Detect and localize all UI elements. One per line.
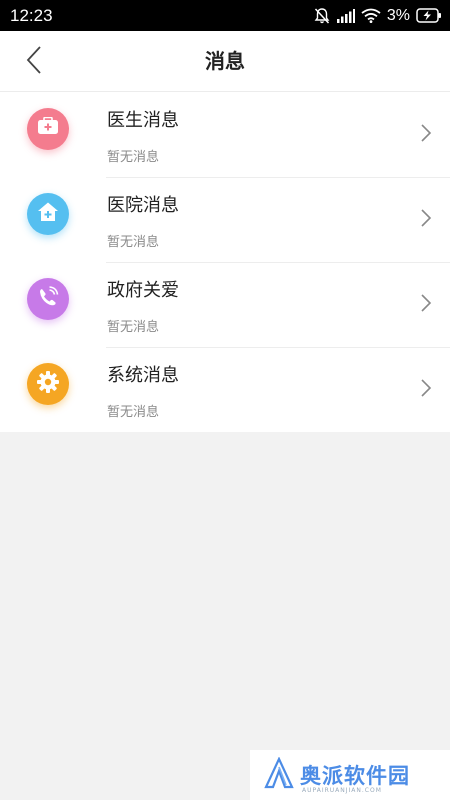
signal-icon: [336, 8, 355, 23]
row-title: 系统消息: [107, 365, 179, 386]
bell-off-icon: [313, 7, 331, 25]
list-item-hospital-messages[interactable]: 医院消息 暂无消息: [0, 177, 450, 262]
row-title: 医院消息: [107, 195, 179, 216]
icon-badge: [27, 108, 69, 150]
row-subtitle: 暂无消息: [107, 235, 160, 250]
phone-icon: [37, 286, 59, 312]
chevron-right-icon: [420, 378, 432, 398]
battery-text: 3%: [386, 6, 410, 24]
back-button[interactable]: [14, 43, 54, 81]
row-title: 政府关爱: [107, 280, 179, 301]
chevron-right-icon: [420, 208, 432, 228]
chevron-right-icon: [420, 123, 432, 143]
logo-icon: [264, 756, 294, 793]
icon-badge: [27, 278, 69, 320]
chevron-right-icon: [420, 293, 432, 313]
chevron-left-icon: [26, 46, 42, 78]
status-bar: 12:23 3%: [0, 0, 450, 31]
status-icons: 3%: [313, 7, 442, 25]
icon-badge: [27, 363, 69, 405]
row-subtitle: 暂无消息: [107, 150, 160, 165]
battery-charging-icon: [416, 8, 442, 23]
row-title: 医生消息: [107, 110, 179, 131]
watermark: 奥派软件园 AUPAIRUANJIAN.COM: [250, 750, 450, 800]
list-item-system-messages[interactable]: 系统消息 暂无消息: [0, 347, 450, 432]
watermark-text: 奥派软件园: [300, 764, 410, 788]
wifi-icon: [361, 8, 381, 23]
icon-badge: [27, 193, 69, 235]
row-subtitle: 暂无消息: [107, 320, 160, 335]
status-time: 12:23: [10, 5, 53, 25]
hospital-icon: [37, 201, 59, 227]
row-subtitle: 暂无消息: [107, 405, 160, 420]
list-item-government-care[interactable]: 政府关爱 暂无消息: [0, 262, 450, 347]
list-item-doctor-messages[interactable]: 医生消息 暂无消息: [0, 92, 450, 177]
message-list: 医生消息 暂无消息 医院消息 暂无消息 政府关爱 暂无消息 系统消息 暂无消息: [0, 92, 450, 432]
medical-kit-icon: [37, 116, 59, 141]
page-title: 消息: [205, 49, 245, 73]
watermark-subtext: AUPAIRUANJIAN.COM: [302, 787, 382, 794]
gear-icon: [36, 370, 60, 398]
nav-bar: 消息: [0, 31, 450, 92]
